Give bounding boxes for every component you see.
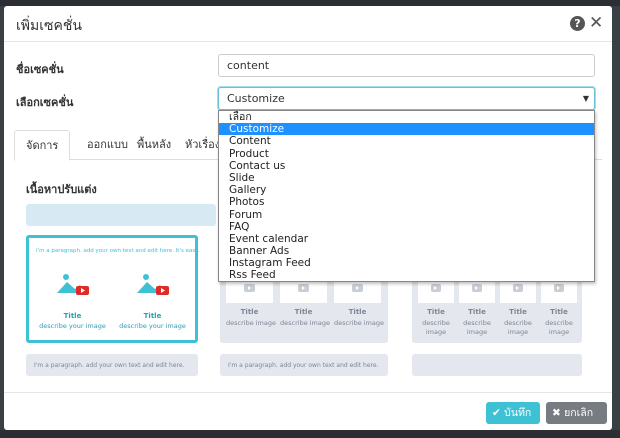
question-circle-icon[interactable]: ?: [570, 16, 585, 31]
section-type-label: เลือกเซคชั่น: [16, 96, 74, 109]
image-tile: [418, 281, 454, 303]
custom-content-heading: เนื้อหาปรับแต่ง: [26, 183, 97, 196]
save-button[interactable]: ✔ บันทึก: [486, 402, 540, 424]
video-icon: [298, 284, 309, 292]
tile-title: Title: [509, 308, 527, 316]
dropdown-option[interactable]: Banner Ads: [219, 245, 594, 257]
dropdown-option[interactable]: Photos: [219, 196, 594, 208]
dropdown-option[interactable]: Event calendar: [219, 233, 594, 245]
dropdown-option[interactable]: Slide: [219, 172, 594, 184]
tile-title: Title: [550, 308, 568, 316]
tile-description: describe image: [334, 319, 385, 327]
card-paragraph: I'm a paragraph. add your own text and e…: [34, 362, 185, 369]
tile-description: describe image: [504, 319, 532, 336]
section-name-input[interactable]: content: [218, 54, 595, 77]
modal-title: เพิ่มเซคชั่น: [16, 18, 82, 34]
tile-title: Title: [294, 308, 313, 316]
dropdown-option[interactable]: เลือก: [219, 111, 594, 123]
video-icon: [244, 284, 255, 292]
tile-title: Title: [63, 312, 82, 320]
cancel-button[interactable]: ✖ ยกเลิก: [546, 402, 607, 424]
dropdown-option[interactable]: Instagram Feed: [219, 257, 594, 269]
card-paragraph: I'm a paragraph. add your own text and e…: [36, 248, 200, 254]
add-section-modal: เพิ่มเซคชั่น ? ✕ ชื่อเซคชั่น content เลื…: [4, 6, 612, 430]
layout-card-paragraph[interactable]: I'm a paragraph. add your own text and e…: [26, 354, 198, 376]
check-icon: ✔: [492, 407, 501, 419]
tile-title: Title: [427, 308, 445, 316]
image-icon: [57, 274, 89, 295]
dropdown-option[interactable]: Gallery: [219, 184, 594, 196]
image-icon: [137, 274, 169, 295]
section-name-label: ชื่อเซคชั่น: [16, 63, 64, 76]
video-icon: [472, 284, 482, 292]
video-icon: [352, 284, 363, 292]
dropdown-option[interactable]: Forum: [219, 209, 594, 221]
video-icon: [513, 284, 523, 292]
video-icon: [554, 284, 564, 292]
tab-manage[interactable]: จัดการ: [14, 130, 71, 161]
chevron-down-icon: ▼: [582, 94, 589, 103]
page-backdrop-bottom: [0, 430, 620, 438]
cancel-button-label: ยกเลิก: [564, 407, 594, 419]
section-type-select[interactable]: Customize ▼: [218, 87, 595, 110]
close-icon[interactable]: ✕: [589, 13, 603, 33]
image-tile: [280, 281, 327, 303]
tile-description: describe image: [280, 319, 331, 327]
layout-card-empty[interactable]: [412, 354, 582, 376]
dropdown-option[interactable]: Content: [219, 135, 594, 147]
tile-title: Title: [348, 308, 367, 316]
tile-description: describe your image: [39, 322, 106, 330]
layout-card-two-column[interactable]: I'm a paragraph. add your own text and e…: [26, 235, 200, 343]
image-tile: [115, 263, 190, 306]
modal-footer-divider: [4, 392, 612, 393]
card-paragraph: I'm a paragraph. add your own text and e…: [228, 362, 379, 369]
dropdown-option[interactable]: Product: [219, 148, 594, 160]
image-tile: [226, 281, 273, 303]
tile-description: describe image: [422, 319, 450, 336]
tile-description: describe image: [463, 319, 491, 336]
dropdown-option[interactable]: FAQ: [219, 221, 594, 233]
save-button-label: บันทึก: [504, 407, 532, 419]
image-tile: [541, 281, 577, 303]
tile-description: describe image: [545, 319, 573, 336]
dropdown-option[interactable]: Customize: [219, 123, 594, 136]
tile-title: Title: [143, 312, 162, 320]
image-tile: [459, 281, 495, 303]
image-tile: [35, 263, 110, 306]
times-icon: ✖: [552, 407, 561, 419]
tile-title: Title: [240, 308, 259, 316]
tile-description: describe image: [226, 319, 277, 327]
tile-title: Title: [468, 308, 486, 316]
layout-card-paragraph[interactable]: I'm a paragraph. add your own text and e…: [220, 354, 388, 376]
dropdown-option[interactable]: Rss Feed: [219, 269, 594, 281]
dropdown-option[interactable]: Contact us: [219, 160, 594, 172]
image-tile: [500, 281, 536, 303]
image-tile: [334, 281, 381, 303]
tile-description: describe your image: [119, 322, 186, 330]
section-type-dropdown-list[interactable]: เลือก Customize Content Product Contact us Sl…: [218, 110, 595, 282]
modal-header: เพิ่มเซคชั่น ? ✕: [4, 6, 612, 42]
content-toolbar-bar[interactable]: [26, 204, 216, 226]
video-icon: [431, 284, 441, 292]
select-value: Customize: [227, 92, 285, 105]
